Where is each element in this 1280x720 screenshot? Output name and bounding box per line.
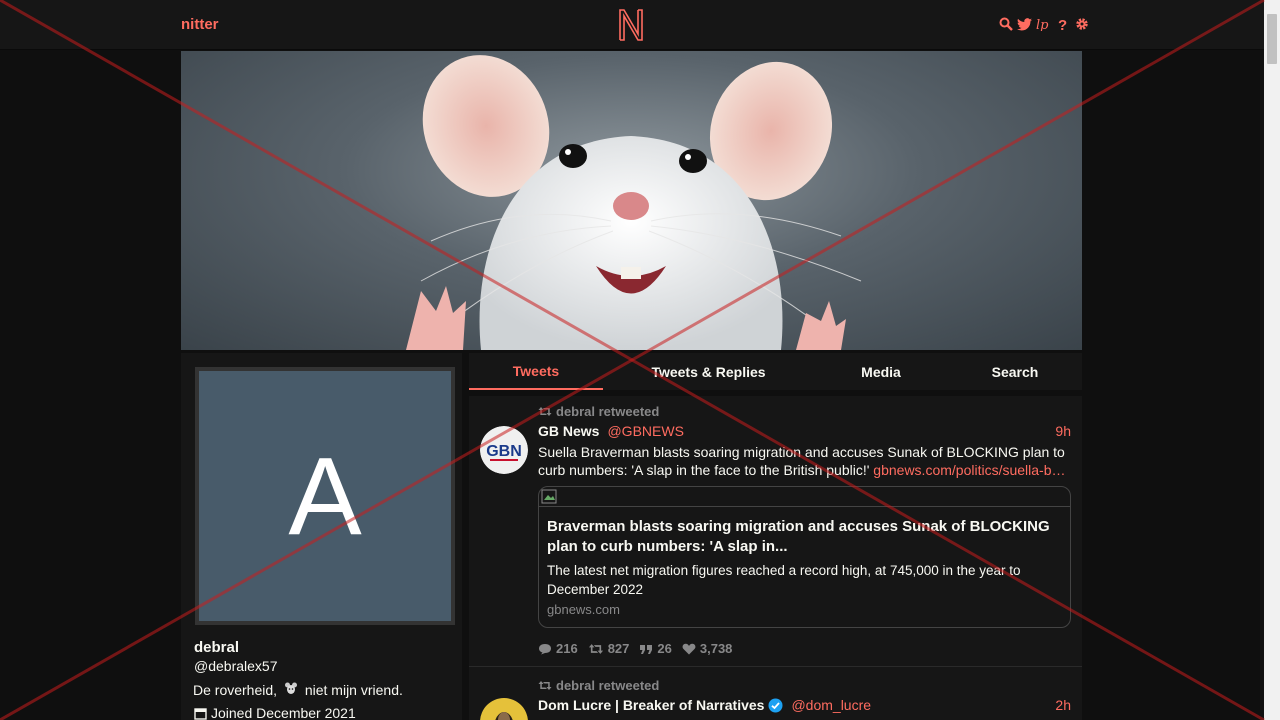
profile-card: A debral @debralex57 De roverheid, niet … — [181, 353, 462, 720]
page-scrollbar[interactable] — [1264, 0, 1280, 720]
svg-text:lp: lp — [1036, 18, 1049, 31]
link-card[interactable]: Braverman blasts soaring migration and a… — [538, 486, 1071, 628]
tweet-time[interactable]: 9h — [1055, 423, 1071, 439]
twitter-icon[interactable] — [1017, 16, 1032, 32]
card-destination: gbnews.com — [547, 602, 620, 617]
svg-text:?: ? — [1058, 17, 1067, 31]
gear-icon[interactable] — [1074, 16, 1089, 32]
tweet-avatar[interactable] — [480, 698, 528, 720]
tab-tweets[interactable]: Tweets — [469, 353, 603, 390]
retweet-icon — [538, 681, 552, 690]
profile-tabs: Tweets Tweets & Replies Media Search — [469, 353, 1082, 390]
tweet-stats: 216 827 26 3,738 — [538, 641, 732, 656]
tab-search[interactable]: Search — [948, 353, 1082, 390]
tweet-link[interactable]: gbnews.com/politics/suella-b… — [873, 462, 1065, 478]
rss-icon[interactable]: lp — [1036, 16, 1051, 32]
calendar-icon — [194, 707, 207, 720]
question-icon[interactable]: ? — [1055, 16, 1070, 32]
verified-badge-icon — [768, 698, 783, 712]
retweet-icon — [538, 407, 552, 416]
tweet-author[interactable]: Dom Lucre | Breaker of Narratives @dom_l… — [538, 697, 871, 713]
tweet-handle[interactable]: @GBNEWS — [607, 423, 683, 439]
card-description: The latest net migration figures reached… — [547, 563, 1021, 597]
tweet-handle[interactable]: @dom_lucre — [791, 697, 871, 713]
tweet-fullname[interactable]: GB News — [538, 423, 599, 439]
heart-icon — [682, 643, 696, 654]
quotes-count: 26 — [657, 641, 672, 656]
tweet-author[interactable]: GB News @GBNEWS — [538, 423, 684, 439]
tweet-time[interactable]: 2h — [1055, 697, 1071, 713]
tweet-fullname[interactable]: Dom Lucre | Breaker of Narratives — [538, 697, 764, 713]
profile-fullname[interactable]: debral — [194, 639, 239, 656]
gbn-logo-text: GBN — [486, 443, 522, 460]
replies-count: 216 — [556, 641, 578, 656]
nitter-logo-icon[interactable] — [617, 8, 645, 42]
retweets-stat[interactable]: 827 — [588, 641, 630, 656]
card-image — [539, 487, 1070, 507]
retweets-count: 827 — [607, 641, 630, 656]
nitter-home-link[interactable]: nitter — [181, 16, 219, 33]
replies-stat[interactable]: 216 — [538, 641, 578, 656]
broken-image-icon — [541, 489, 557, 504]
tweet-item[interactable]: debral retweeted Dom Lucre | Breaker of … — [469, 668, 1082, 720]
tweet-item[interactable]: debral retweeted GBN GB News @GBNEWS 9h … — [469, 396, 1082, 667]
retweet-header-text: debral retweeted — [556, 404, 660, 419]
top-navbar: nitter lp ? — [0, 0, 1264, 50]
quote-icon — [640, 644, 653, 654]
profile-joined-date: Joined December 2021 — [194, 705, 356, 720]
tab-tweets-replies[interactable]: Tweets & Replies — [603, 353, 814, 390]
tab-media[interactable]: Media — [814, 353, 948, 390]
retweet-icon — [588, 643, 603, 654]
profile-username[interactable]: @debralex57 — [194, 658, 278, 674]
profile-bio: De roverheid, niet mijn vriend. — [193, 681, 403, 698]
likes-stat[interactable]: 3,738 — [682, 641, 733, 656]
joined-text: Joined December 2021 — [211, 705, 356, 720]
card-title[interactable]: Braverman blasts soaring migration and a… — [547, 517, 1062, 557]
card-body: Braverman blasts soaring migration and a… — [539, 507, 1070, 617]
retweet-header-text: debral retweeted — [556, 678, 660, 693]
search-icon[interactable] — [998, 16, 1013, 32]
likes-count: 3,738 — [699, 641, 733, 656]
comment-icon — [539, 643, 551, 654]
bio-text-part2: niet mijn vriend. — [304, 682, 403, 698]
navbar-icons: lp ? — [998, 16, 1089, 32]
retweet-header: debral retweeted — [538, 678, 659, 693]
banner-mouse-image — [406, 55, 862, 350]
scrollbar-thumb[interactable] — [1267, 14, 1277, 64]
bio-text-part1: De roverheid, — [193, 682, 278, 698]
tweet-content: Suella Braverman blasts soaring migratio… — [538, 443, 1073, 479]
timeline: debral retweeted GBN GB News @GBNEWS 9h … — [469, 396, 1082, 720]
retweet-header: debral retweeted — [538, 404, 659, 419]
rat-emoji-icon — [281, 681, 301, 698]
tweet-avatar[interactable]: GBN — [480, 426, 528, 474]
profile-banner[interactable] — [181, 51, 1082, 350]
quotes-stat[interactable]: 26 — [639, 641, 672, 656]
profile-avatar[interactable]: A — [195, 367, 455, 625]
